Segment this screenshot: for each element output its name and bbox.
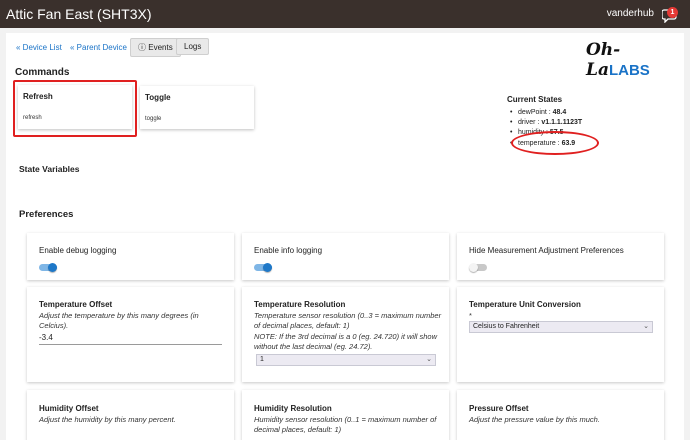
logo-labs: LABS	[608, 62, 650, 79]
state-dewpoint: dewPoint : 48.4	[510, 109, 566, 116]
hide-measurement-card: Hide Measurement Adjustment Preferences	[457, 233, 664, 280]
temperature-unit-label: Temperature Unit Conversion	[469, 300, 581, 309]
parent-device-link[interactable]: « Parent Device	[70, 43, 127, 52]
pressure-offset-card: Pressure Offset Adjust the pressure valu…	[457, 390, 664, 440]
events-label: Events	[148, 43, 173, 52]
temperature-unit-card: Temperature Unit Conversion * Celsius to…	[457, 287, 664, 382]
pressure-offset-label: Pressure Offset	[469, 404, 529, 413]
top-bar: Attic Fan East (SHT3X) vanderhub 1	[0, 0, 690, 28]
toggle-command-card[interactable]: Toggle toggle	[140, 86, 254, 129]
notifications-button[interactable]: 1	[662, 5, 680, 23]
debug-logging-toggle[interactable]	[39, 263, 57, 272]
humidity-offset-card: Humidity Offset Adjust the humidity by t…	[27, 390, 234, 440]
hide-measurement-toggle[interactable]	[469, 263, 487, 272]
info-logging-card: Enable info logging	[242, 233, 449, 280]
toggle-command-label: Toggle	[145, 93, 171, 102]
refresh-highlight-box	[13, 80, 137, 137]
state-variables-title[interactable]: State Variables	[19, 164, 79, 174]
temperature-offset-desc: Adjust the temperature by this many degr…	[39, 311, 199, 330]
toggle-command-sub: toggle	[145, 116, 162, 122]
temperature-resolution-desc: Temperature sensor resolution (0..3 = ma…	[254, 311, 442, 330]
hub-name[interactable]: vanderhub	[607, 8, 654, 19]
chevron-down-icon: ⌄	[643, 323, 649, 330]
temperature-resolution-select[interactable]: 1 ⌄	[256, 354, 436, 366]
oh-la-labs-logo: Oh-LaLABS	[586, 40, 684, 80]
device-title: Attic Fan East (SHT3X)	[6, 6, 152, 22]
temperature-resolution-note: NOTE: If the 3rd decimal is a 0 (eg. 24.…	[254, 332, 437, 351]
humidity-resolution-card: Humidity Resolution Humidity sensor reso…	[242, 390, 449, 440]
temperature-offset-label: Temperature Offset	[39, 300, 113, 309]
preferences-title: Preferences	[19, 209, 74, 220]
temperature-unit-required: *	[469, 311, 472, 320]
humidity-offset-desc: Adjust the humidity by this many percent…	[39, 415, 176, 424]
humidity-resolution-desc: Humidity sensor resolution (0..1 = maxim…	[254, 415, 437, 434]
debug-logging-card: Enable debug logging	[27, 233, 234, 280]
notification-badge: 1	[667, 7, 678, 18]
device-page: « Device List « Parent Device ⓘ Events L…	[6, 33, 684, 440]
temperature-offset-card: Temperature Offset Adjust the temperatur…	[27, 287, 234, 382]
info-logging-label: Enable info logging	[254, 246, 323, 255]
pressure-offset-desc: Adjust the pressure value by this much.	[469, 415, 600, 424]
current-states-title: Current States	[507, 95, 563, 104]
state-driver: driver : v1.1.1.1123T	[510, 119, 582, 126]
events-button[interactable]: ⓘ Events	[130, 38, 181, 57]
logs-button[interactable]: Logs	[176, 38, 210, 55]
temperature-unit-select[interactable]: Celsius to Fahrenheit ⌄	[469, 321, 653, 333]
info-icon: ⓘ	[138, 43, 146, 52]
commands-title: Commands	[15, 67, 70, 78]
temperature-resolution-label: Temperature Resolution	[254, 300, 346, 309]
hide-measurement-label: Hide Measurement Adjustment Preferences	[469, 246, 624, 255]
humidity-resolution-label: Humidity Resolution	[254, 404, 332, 413]
device-list-link[interactable]: « Device List	[16, 43, 62, 52]
debug-logging-label: Enable debug logging	[39, 246, 117, 255]
temperature-highlight-oval	[511, 131, 599, 155]
info-logging-toggle[interactable]	[254, 263, 272, 272]
temperature-resolution-card: Temperature Resolution Temperature senso…	[242, 287, 449, 382]
humidity-offset-label: Humidity Offset	[39, 404, 99, 413]
temperature-offset-input[interactable]: -3.4	[39, 333, 222, 345]
chevron-down-icon: ⌄	[426, 356, 432, 363]
